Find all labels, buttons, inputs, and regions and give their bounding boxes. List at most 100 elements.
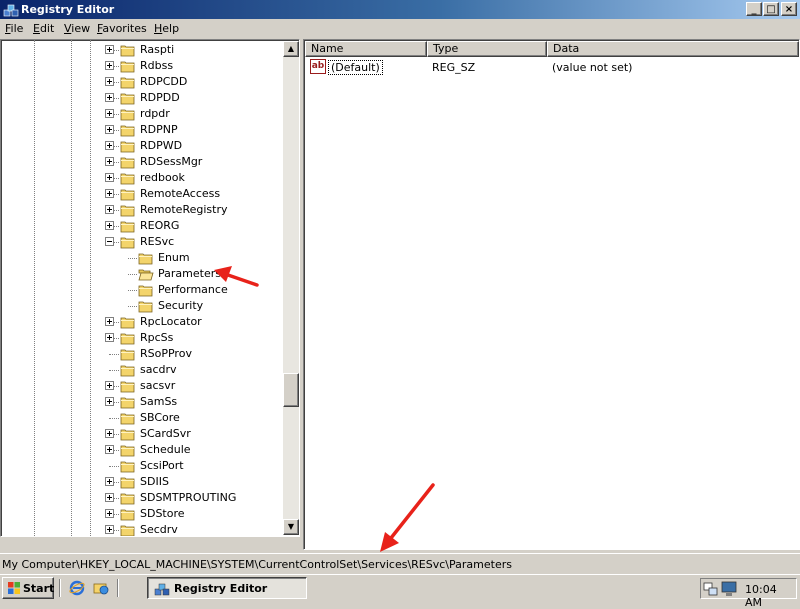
expand-icon[interactable]: [105, 221, 114, 230]
expand-icon[interactable]: [105, 61, 114, 70]
expand-icon[interactable]: [105, 429, 114, 438]
tree-item-label: sacsvr: [140, 379, 176, 392]
value-name: (Default): [328, 60, 383, 75]
tree-item-rdpdr[interactable]: rdpdr: [1, 106, 284, 122]
tree-item-resvc[interactable]: RESvc: [1, 234, 284, 250]
expand-icon[interactable]: [105, 125, 114, 134]
tree-item-enum[interactable]: Enum: [1, 250, 284, 266]
tree-item-sacsvr[interactable]: sacsvr: [1, 378, 284, 394]
internet-explorer-icon[interactable]: [69, 580, 85, 596]
tree-item-secdrv[interactable]: Secdrv: [1, 522, 284, 536]
tree-item-reorg[interactable]: REORG: [1, 218, 284, 234]
collapse-icon[interactable]: [105, 237, 114, 246]
taskbar-button-registry-editor[interactable]: Registry Editor: [147, 577, 307, 599]
expand-icon[interactable]: [105, 93, 114, 102]
tree-item-sdiis[interactable]: SDIIS: [1, 474, 284, 490]
column-header-data[interactable]: Data: [547, 41, 799, 57]
tree-item-label: Security: [158, 299, 204, 312]
tree-item-sdstore[interactable]: SDStore: [1, 506, 284, 522]
tree-item-label: RpcSs: [140, 331, 174, 344]
expand-icon[interactable]: [105, 445, 114, 454]
menu-favorites[interactable]: Favorites: [97, 22, 147, 35]
registry-path: My Computer\HKEY_LOCAL_MACHINE\SYSTEM\Cu…: [2, 558, 512, 571]
tree-item-scardsvr[interactable]: SCardSvr: [1, 426, 284, 442]
folder-icon: [120, 397, 135, 409]
expand-icon[interactable]: [105, 157, 114, 166]
tree-item-sacdrv[interactable]: sacdrv: [1, 362, 284, 378]
expand-icon[interactable]: [105, 205, 114, 214]
tree-item-rdpnp[interactable]: RDPNP: [1, 122, 284, 138]
folder-icon: [120, 317, 135, 329]
folder-icon: [120, 365, 135, 377]
expand-icon[interactable]: [105, 141, 114, 150]
expand-icon[interactable]: [105, 109, 114, 118]
expand-icon[interactable]: [105, 173, 114, 182]
tree-item-sbcore[interactable]: SBCore: [1, 410, 284, 426]
title-bar[interactable]: Registry Editor _ □ ×: [0, 0, 800, 19]
tree-item-rdpdd[interactable]: RDPDD: [1, 90, 284, 106]
tree-item-raspti[interactable]: Raspti: [1, 42, 284, 58]
list-item[interactable]: ab (Default) REG_SZ (value not set): [310, 59, 790, 75]
expand-icon[interactable]: [105, 77, 114, 86]
tree-item-performance[interactable]: Performance: [1, 282, 284, 298]
tree-item-rdpwd[interactable]: RDPWD: [1, 138, 284, 154]
minimize-button[interactable]: _: [746, 2, 762, 16]
menu-view[interactable]: View: [64, 22, 90, 35]
registry-tree[interactable]: Raspti Rdbss RDPCDD RDPDD rdpdr RDPNP RDPWD RDS…: [0, 39, 300, 537]
expand-icon[interactable]: [105, 317, 114, 326]
tree-connector: [128, 258, 137, 259]
close-button[interactable]: ×: [781, 2, 797, 16]
expand-icon[interactable]: [105, 525, 114, 534]
tree-item-rpclocator[interactable]: RpcLocator: [1, 314, 284, 330]
tree-item-rdsessmgr[interactable]: RDSessMgr: [1, 154, 284, 170]
taskbar-separator: [117, 579, 119, 597]
folder-icon: [120, 157, 135, 169]
start-button[interactable]: Start: [2, 577, 54, 599]
tree-item-remoteregistry[interactable]: RemoteRegistry: [1, 202, 284, 218]
registry-editor-icon: [3, 4, 19, 17]
tree-item-remoteaccess[interactable]: RemoteAccess: [1, 186, 284, 202]
string-value-icon: ab: [310, 59, 326, 74]
folder-icon: [120, 205, 135, 217]
menu-edit[interactable]: Edit: [33, 22, 54, 35]
scroll-up-button[interactable]: ▲: [283, 41, 299, 57]
expand-icon[interactable]: [105, 509, 114, 518]
expand-icon[interactable]: [105, 493, 114, 502]
tree-item-sdsmtprouting[interactable]: SDSMTPROUTING: [1, 490, 284, 506]
windows-explorer-icon[interactable]: [93, 580, 109, 596]
values-list[interactable]: Name Type Data ab (Default) REG_SZ (valu…: [303, 39, 800, 550]
windows-logo-icon: [8, 582, 20, 594]
folder-icon: [120, 221, 135, 233]
tree-scrollbar[interactable]: ▲ ▼: [283, 41, 299, 535]
expand-icon[interactable]: [105, 477, 114, 486]
tree-item-scsiport[interactable]: ScsiPort: [1, 458, 284, 474]
expand-icon[interactable]: [105, 333, 114, 342]
menu-help[interactable]: Help: [154, 22, 179, 35]
tree-item-schedule[interactable]: Schedule: [1, 442, 284, 458]
expand-icon[interactable]: [105, 397, 114, 406]
tree-item-security[interactable]: Security: [1, 298, 284, 314]
scroll-thumb[interactable]: [283, 373, 299, 407]
column-header-name[interactable]: Name: [305, 41, 427, 57]
tray-monitor-icon[interactable]: [721, 581, 737, 597]
expand-icon[interactable]: [105, 381, 114, 390]
tree-item-label: SBCore: [140, 411, 180, 424]
tree-item-samss[interactable]: SamSs: [1, 394, 284, 410]
tree-item-rsopprov[interactable]: RSoPProv: [1, 346, 284, 362]
menu-file[interactable]: File: [5, 22, 23, 35]
column-header-type[interactable]: Type: [427, 41, 547, 57]
folder-icon: [120, 445, 135, 457]
expand-icon[interactable]: [105, 45, 114, 54]
tree-item-redbook[interactable]: redbook: [1, 170, 284, 186]
tray-network-icon[interactable]: [703, 581, 719, 597]
maximize-button[interactable]: □: [763, 2, 779, 16]
folder-icon: [138, 253, 153, 265]
tree-item-parameters[interactable]: Parameters: [1, 266, 284, 282]
folder-icon: [138, 285, 153, 297]
tree-item-rpcss[interactable]: RpcSs: [1, 330, 284, 346]
tree-item-rdbss[interactable]: Rdbss: [1, 58, 284, 74]
tree-item-rdpcdd[interactable]: RDPCDD: [1, 74, 284, 90]
tree-item-label: RSoPProv: [140, 347, 192, 360]
expand-icon[interactable]: [105, 189, 114, 198]
scroll-down-button[interactable]: ▼: [283, 519, 299, 535]
